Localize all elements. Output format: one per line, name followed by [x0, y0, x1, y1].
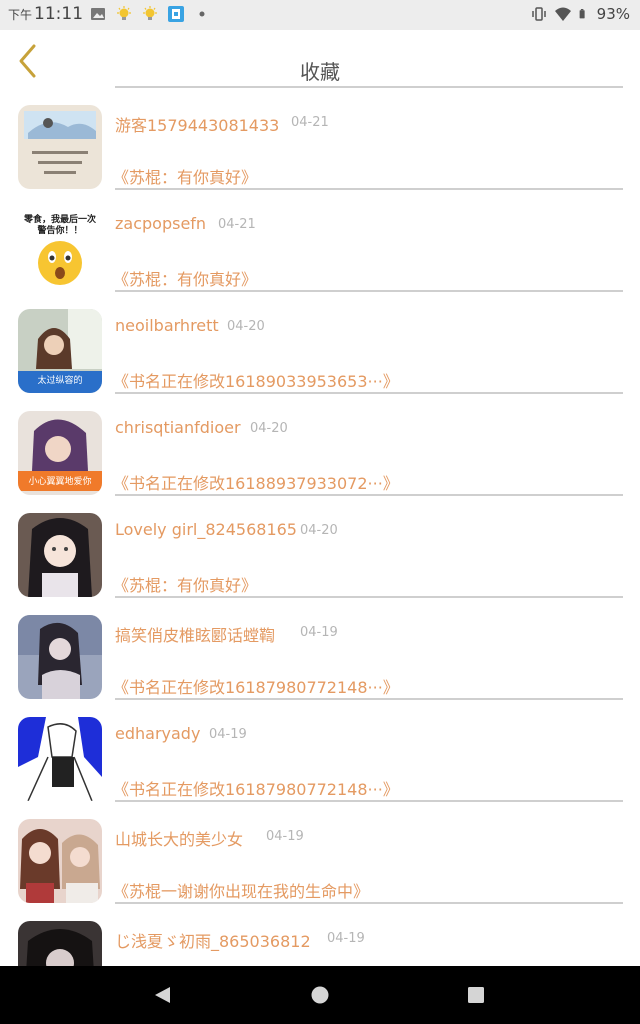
username[interactable]: じ浅夏ゞ初雨_865036812	[115, 928, 311, 952]
image-icon	[91, 8, 105, 20]
dot-icon	[199, 11, 205, 17]
avatar[interactable]: 太过纵容的	[18, 309, 102, 393]
status-time: 下午 11:11	[8, 4, 83, 24]
list-item[interactable]: 零食，我最后一次警告你！！ zacpopsefn 04-21 《苏棍：有你真好》	[0, 190, 640, 292]
book-title[interactable]: 《书名正在修改16187980772148···》	[113, 776, 399, 800]
book-title[interactable]: 《书名正在修改16189033953653···》	[113, 368, 399, 392]
date: 04-21	[291, 115, 329, 130]
lightbulb-icon	[143, 6, 157, 20]
book-title[interactable]: 《书名正在修改16187980772148···》	[113, 674, 399, 698]
notification-icons	[90, 6, 210, 22]
avatar-text: 太过纵容的	[37, 376, 83, 386]
book-title[interactable]: 《苏棍：有你真好》	[113, 164, 257, 188]
header: 收藏	[0, 30, 640, 88]
book-title[interactable]: 《书名正在修改16188937933072···》	[113, 470, 399, 494]
list-item[interactable]: 太过纵容的 neoilbarhrett 04-20 《书名正在修改1618903…	[0, 292, 640, 394]
date: 04-20	[250, 421, 288, 436]
time-prefix: 下午	[8, 8, 33, 22]
list-item[interactable]: 搞笑俏皮椎眩郾话螳鞫 04-19 《书名正在修改16187980772148··…	[0, 598, 640, 700]
avatar[interactable]	[18, 513, 102, 597]
username[interactable]: chrisqtianfdioer	[115, 418, 241, 437]
username[interactable]: neoilbarhrett	[115, 316, 219, 335]
avatar[interactable]	[18, 921, 102, 966]
username[interactable]: Lovely girl_824568165	[115, 520, 297, 539]
username[interactable]: zacpopsefn	[115, 214, 206, 233]
favorites-list[interactable]: 游客1579443081433 04-21 《苏棍：有你真好》 零食，我最后一次…	[0, 88, 640, 966]
date: 04-19	[327, 931, 365, 946]
date: 04-20	[227, 319, 265, 334]
back-triangle-icon[interactable]	[152, 985, 172, 1005]
list-item[interactable]: 游客1579443081433 04-21 《苏棍：有你真好》	[0, 88, 640, 190]
date: 04-19	[209, 727, 247, 742]
time-value: 11:11	[34, 4, 84, 24]
battery-percent: 93%	[596, 5, 630, 23]
book-title[interactable]: 《苏棍：有你真好》	[113, 266, 257, 290]
avatar[interactable]	[18, 819, 102, 903]
book-title[interactable]: 《苏棍一谢谢你出现在我的生命中》	[113, 878, 369, 902]
list-item[interactable]: じ浅夏ゞ初雨_865036812 04-19	[0, 904, 640, 966]
username[interactable]: edharyady	[115, 724, 200, 743]
username[interactable]: 搞笑俏皮椎眩郾话螳鞫	[115, 622, 275, 646]
app-icon	[168, 6, 184, 22]
avatar-text: 零食，我最后一次警告你！！	[23, 215, 96, 236]
list-item[interactable]: 山城长大的美少女 04-19 《苏棍一谢谢你出现在我的生命中》	[0, 802, 640, 904]
avatar[interactable]	[18, 615, 102, 699]
wifi-icon	[554, 7, 571, 21]
date: 04-19	[266, 829, 304, 844]
system-nav-bar	[0, 966, 640, 1024]
avatar-text: 小心翼翼地爱你	[28, 477, 92, 487]
vibrate-icon	[531, 7, 546, 21]
username[interactable]: 山城长大的美少女	[115, 826, 243, 850]
system-icons: 93%	[531, 5, 630, 23]
list-item[interactable]: 小心翼翼地爱你 chrisqtianfdioer 04-20 《书名正在修改16…	[0, 394, 640, 496]
battery-icon	[579, 9, 585, 19]
date: 04-19	[300, 625, 338, 640]
list-item[interactable]: Lovely girl_824568165 04-20 《苏棍：有你真好》	[0, 496, 640, 598]
book-title[interactable]: 《苏棍：有你真好》	[113, 572, 257, 596]
page-title: 收藏	[300, 60, 340, 84]
list-item[interactable]: edharyady 04-19 《书名正在修改16187980772148···…	[0, 700, 640, 802]
date: 04-21	[218, 217, 256, 232]
avatar[interactable]: 小心翼翼地爱你	[18, 411, 102, 495]
avatar[interactable]: 零食，我最后一次警告你！！	[18, 207, 102, 291]
lightbulb-icon	[117, 6, 131, 20]
date: 04-20	[300, 523, 338, 538]
avatar[interactable]	[18, 717, 102, 801]
home-circle-icon[interactable]	[310, 985, 330, 1005]
avatar[interactable]	[18, 105, 102, 189]
username[interactable]: 游客1579443081433	[115, 112, 279, 136]
status-bar: 下午 11:11 93%	[0, 0, 640, 30]
recents-square-icon[interactable]	[466, 985, 486, 1005]
